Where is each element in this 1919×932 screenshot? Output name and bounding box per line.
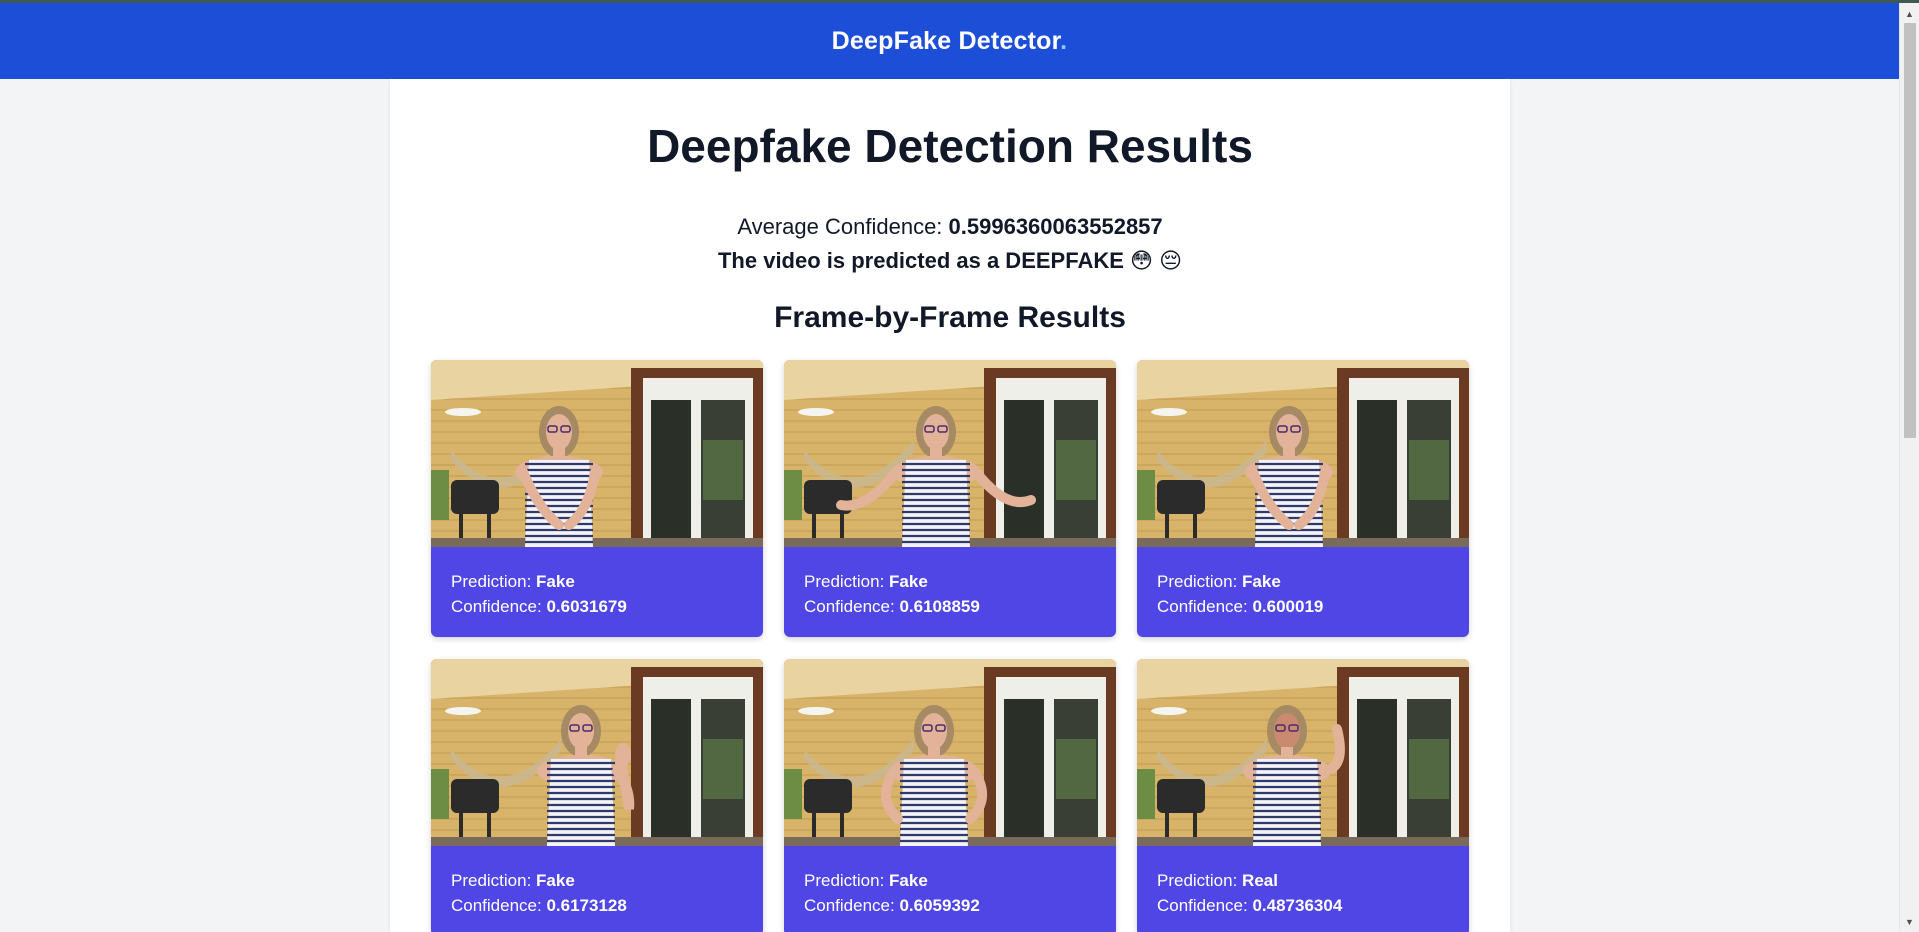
frame-prediction: Prediction: Fake xyxy=(1157,569,1449,594)
frame-info: Prediction: Fake Confidence: 0.6108859 xyxy=(784,547,1116,619)
frame-info: Prediction: Fake Confidence: 0.6173128 xyxy=(431,846,763,918)
page-scrollbar[interactable]: ▲ ▼ xyxy=(1899,3,1919,932)
brand-logo[interactable]: DeepFake Detector. xyxy=(832,27,1068,56)
average-confidence-value: 0.5996360063552857 xyxy=(948,214,1163,239)
frame-image xyxy=(431,659,763,846)
frame-prediction-label: Prediction: xyxy=(451,871,537,890)
frame-prediction-label: Prediction: xyxy=(804,871,890,890)
frame-prediction: Prediction: Fake xyxy=(451,569,743,594)
frame-card: Prediction: Fake Confidence: 0.6173128 xyxy=(431,659,763,932)
frame-confidence-value: 0.48736304 xyxy=(1252,896,1343,915)
frame-confidence: Confidence: 0.48736304 xyxy=(1157,893,1449,918)
frame-image xyxy=(784,659,1116,846)
section-title: Frame-by-Frame Results xyxy=(774,301,1126,334)
frame-prediction: Prediction: Fake xyxy=(804,868,1096,893)
frame-card: Prediction: Fake Confidence: 0.600019 xyxy=(1137,360,1469,637)
frame-confidence: Confidence: 0.6031679 xyxy=(451,594,743,619)
frame-prediction-label: Prediction: xyxy=(451,572,537,591)
frames-grid: Prediction: Fake Confidence: 0.6031679 P… xyxy=(431,360,1469,932)
average-confidence: Average Confidence: 0.5996360063552857 xyxy=(390,214,1510,240)
verdict: The video is predicted as a DEEPFAKE 😳 😔 xyxy=(390,248,1510,274)
scroll-down-icon[interactable]: ▼ xyxy=(1900,913,1919,930)
frame-info: Prediction: Fake Confidence: 0.6059392 xyxy=(784,846,1116,918)
frame-image xyxy=(431,360,763,547)
scroll-up-icon[interactable]: ▲ xyxy=(1900,5,1919,22)
frame-confidence: Confidence: 0.600019 xyxy=(1157,594,1449,619)
frame-prediction-label: Prediction: xyxy=(1157,871,1243,890)
page-title: Deepfake Detection Results xyxy=(647,120,1253,172)
frame-confidence-label: Confidence: xyxy=(451,896,547,915)
frame-info: Prediction: Fake Confidence: 0.600019 xyxy=(1137,547,1469,619)
scrollbar-thumb[interactable] xyxy=(1904,23,1916,438)
frame-card: Prediction: Fake Confidence: 0.6108859 xyxy=(784,360,1116,637)
frame-confidence: Confidence: 0.6173128 xyxy=(451,893,743,918)
frame-prediction-value: Real xyxy=(1242,871,1278,890)
results-container: Deepfake Detection Results Average Confi… xyxy=(390,79,1510,932)
frame-info: Prediction: Real Confidence: 0.48736304 xyxy=(1137,846,1469,918)
frame-info: Prediction: Fake Confidence: 0.6031679 xyxy=(431,547,763,619)
frame-confidence-label: Confidence: xyxy=(1157,896,1253,915)
frame-confidence-value: 0.6059392 xyxy=(899,896,980,915)
frame-image xyxy=(1137,360,1469,547)
frame-prediction-value: Fake xyxy=(536,871,575,890)
frame-confidence-label: Confidence: xyxy=(1157,597,1253,616)
frame-prediction-value: Fake xyxy=(536,572,575,591)
brand-dot: . xyxy=(1060,26,1068,55)
frame-image xyxy=(1137,659,1469,846)
frame-prediction: Prediction: Fake xyxy=(804,569,1096,594)
frame-card: Prediction: Fake Confidence: 0.6059392 xyxy=(784,659,1116,932)
frame-confidence-value: 0.6173128 xyxy=(546,896,627,915)
frame-prediction: Prediction: Real xyxy=(1157,868,1449,893)
verdict-emoji: 😳 😔 xyxy=(1130,248,1182,273)
frame-prediction-value: Fake xyxy=(889,871,928,890)
frame-prediction-value: Fake xyxy=(1242,572,1281,591)
frame-prediction-label: Prediction: xyxy=(1157,572,1243,591)
average-confidence-label: Average Confidence: xyxy=(737,214,949,239)
frame-card: Prediction: Fake Confidence: 0.6031679 xyxy=(431,360,763,637)
frame-confidence-label: Confidence: xyxy=(804,896,900,915)
frame-card: Prediction: Real Confidence: 0.48736304 xyxy=(1137,659,1469,932)
frame-prediction-label: Prediction: xyxy=(804,572,890,591)
frame-confidence: Confidence: 0.6059392 xyxy=(804,893,1096,918)
brand-name: DeepFake Detector xyxy=(831,26,1061,55)
frame-confidence-value: 0.6108859 xyxy=(899,597,980,616)
verdict-text: The video is predicted as a DEEPFAKE xyxy=(717,248,1124,273)
frame-prediction: Prediction: Fake xyxy=(451,868,743,893)
frame-prediction-value: Fake xyxy=(889,572,928,591)
frame-image xyxy=(784,360,1116,547)
frame-confidence-value: 0.600019 xyxy=(1252,597,1324,616)
frame-confidence-value: 0.6031679 xyxy=(546,597,627,616)
frame-confidence-label: Confidence: xyxy=(804,597,900,616)
frame-confidence-label: Confidence: xyxy=(451,597,547,616)
navbar: DeepFake Detector. xyxy=(0,3,1899,79)
frame-confidence: Confidence: 0.6108859 xyxy=(804,594,1096,619)
